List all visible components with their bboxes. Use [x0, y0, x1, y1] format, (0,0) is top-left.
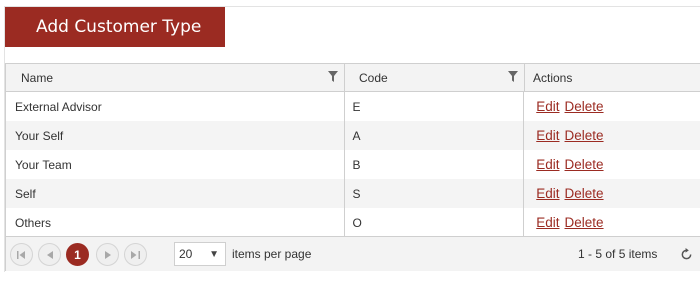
- cell-code: O: [345, 208, 525, 237]
- column-header-name-label: Name: [21, 70, 54, 85]
- cell-name: Others: [6, 208, 345, 237]
- cell-code: E: [345, 92, 525, 121]
- cell-code: B: [345, 150, 525, 179]
- refresh-icon[interactable]: [680, 248, 693, 261]
- last-page-icon: [131, 250, 140, 259]
- chevron-down-icon: ▼: [209, 249, 219, 260]
- delete-link[interactable]: Delete: [565, 128, 604, 143]
- grid-pager: 1 20 ▼ items per page 1 - 5 of 5 items: [6, 236, 700, 271]
- edit-link[interactable]: Edit: [536, 186, 559, 201]
- delete-link[interactable]: Delete: [565, 186, 604, 201]
- column-header-code[interactable]: Code: [345, 64, 525, 91]
- filter-icon[interactable]: [508, 71, 518, 82]
- cell-actions: Edit Delete: [524, 92, 700, 121]
- delete-link[interactable]: Delete: [565, 215, 604, 230]
- delete-link[interactable]: Delete: [565, 99, 604, 114]
- edit-link[interactable]: Edit: [536, 99, 559, 114]
- add-customer-type-button[interactable]: Add Customer Type: [5, 7, 225, 47]
- page-button-current[interactable]: 1: [66, 243, 89, 266]
- column-header-actions-label: Actions: [533, 70, 573, 85]
- page-size-value: 20: [179, 247, 193, 261]
- cell-code: S: [345, 179, 525, 208]
- cell-actions: Edit Delete: [524, 208, 700, 237]
- table-row: Others O Edit Delete: [6, 208, 700, 237]
- cell-code: A: [345, 121, 525, 150]
- table-row: Self S Edit Delete: [6, 179, 700, 208]
- next-page-icon: [104, 250, 111, 259]
- customer-type-grid: Name Code Actions External Advisor E Edi…: [5, 63, 700, 271]
- page-size-select[interactable]: 20 ▼: [174, 242, 226, 266]
- edit-link[interactable]: Edit: [536, 215, 559, 230]
- cell-name: Your Self: [6, 121, 345, 150]
- edit-link[interactable]: Edit: [536, 157, 559, 172]
- prev-page-icon: [46, 250, 53, 259]
- cell-actions: Edit Delete: [524, 121, 700, 150]
- cell-name: Your Team: [6, 150, 345, 179]
- grid-body: External Advisor E Edit Delete Your Self…: [6, 92, 700, 237]
- pager-info: 1 - 5 of 5 items: [578, 247, 658, 261]
- column-header-name[interactable]: Name: [6, 64, 345, 91]
- cell-actions: Edit Delete: [524, 179, 700, 208]
- first-page-button[interactable]: [10, 243, 33, 266]
- last-page-button[interactable]: [124, 243, 147, 266]
- cell-name: External Advisor: [6, 92, 345, 121]
- next-page-button[interactable]: [96, 243, 119, 266]
- column-header-code-label: Code: [359, 70, 388, 85]
- prev-page-button[interactable]: [38, 243, 61, 266]
- table-row: Your Team B Edit Delete: [6, 150, 700, 179]
- edit-link[interactable]: Edit: [536, 128, 559, 143]
- cell-name: Self: [6, 179, 345, 208]
- filter-icon[interactable]: [328, 71, 338, 82]
- first-page-icon: [17, 250, 25, 259]
- delete-link[interactable]: Delete: [565, 157, 604, 172]
- table-row: External Advisor E Edit Delete: [6, 92, 700, 121]
- column-header-actions: Actions: [525, 64, 700, 91]
- cell-actions: Edit Delete: [524, 150, 700, 179]
- grid-header: Name Code Actions: [6, 64, 700, 92]
- items-per-page-label: items per page: [232, 247, 312, 261]
- table-row: Your Self A Edit Delete: [6, 121, 700, 150]
